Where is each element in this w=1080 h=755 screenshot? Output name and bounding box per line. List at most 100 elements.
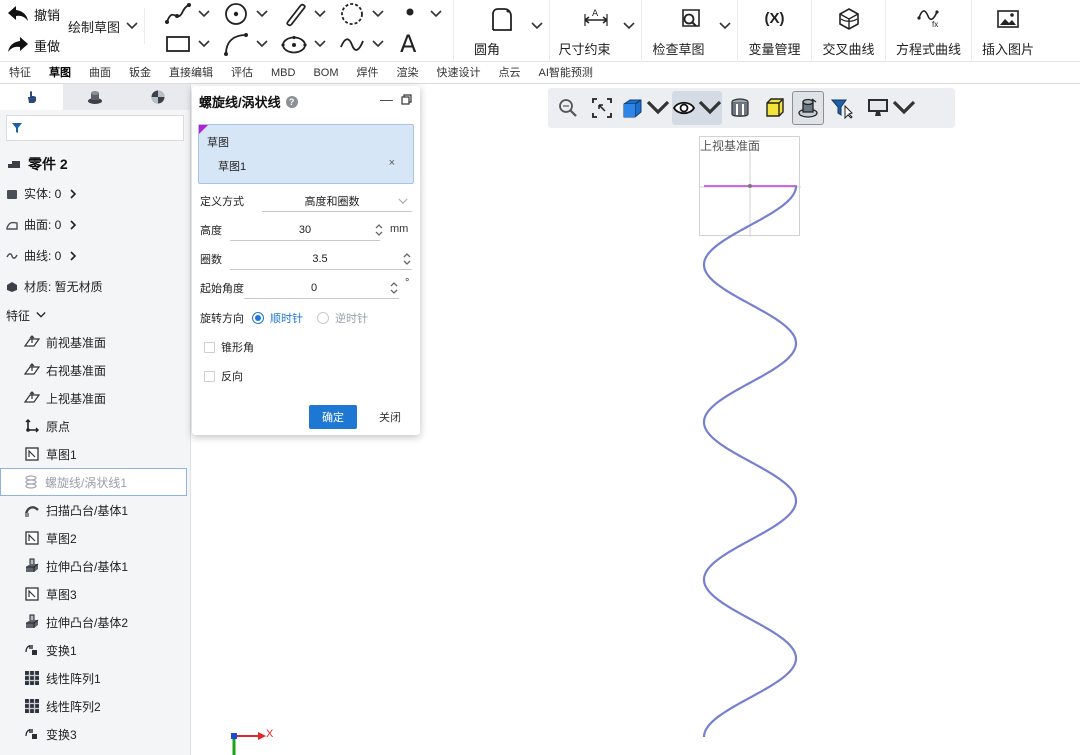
chevron-down-icon[interactable] bbox=[314, 10, 326, 18]
ok-button[interactable]: 确定 bbox=[309, 405, 357, 429]
top-plane-preview[interactable]: 上视基准面 bbox=[699, 136, 801, 237]
restore-window-icon[interactable] bbox=[401, 94, 412, 105]
chevron-down-icon[interactable] bbox=[256, 10, 268, 18]
part-root[interactable]: 零件 2 bbox=[6, 154, 190, 174]
tab-render[interactable]: 渲染 bbox=[388, 62, 428, 84]
height-input[interactable]: 30 bbox=[230, 224, 380, 236]
curves-node[interactable]: 曲线: 0 bbox=[6, 240, 190, 271]
tab-features[interactable]: 特征 bbox=[0, 62, 40, 84]
chevron-down-icon[interactable] bbox=[398, 198, 408, 205]
tree-filter-box[interactable] bbox=[6, 115, 184, 141]
start-angle-spinner-icon[interactable] bbox=[389, 280, 399, 296]
tree-item[interactable]: 螺旋线/涡状线1 bbox=[0, 468, 187, 496]
solid-bodies-node[interactable]: 实体: 0 bbox=[6, 178, 190, 209]
tree-item[interactable]: 拉伸凸台/基体1 bbox=[0, 552, 190, 580]
surface-bodies-node[interactable]: 曲面: 0 bbox=[6, 209, 190, 240]
height-spinner-icon[interactable] bbox=[374, 222, 384, 238]
tab-weldments[interactable]: 焊件 bbox=[348, 62, 388, 84]
tree-item[interactable]: 上视基准面 bbox=[0, 384, 190, 412]
tab-bom[interactable]: BOM bbox=[304, 62, 347, 84]
remove-selection-button[interactable]: × bbox=[389, 157, 395, 169]
intersect-curve-button[interactable]: 交叉曲线 bbox=[812, 0, 886, 62]
tab-ai-predict[interactable]: AI智能预测 bbox=[530, 62, 602, 84]
tab-surface[interactable]: 曲面 bbox=[80, 62, 120, 84]
definition-select[interactable]: 高度和圈数 bbox=[262, 193, 402, 209]
slot-tool[interactable] bbox=[280, 0, 336, 28]
chevron-down-icon[interactable] bbox=[256, 40, 268, 48]
variables-button[interactable]: (X) 变量管理 bbox=[738, 0, 812, 62]
tab-direct-edit[interactable]: 直接编辑 bbox=[160, 62, 222, 84]
tab-appearance[interactable] bbox=[127, 84, 190, 110]
text-tool[interactable]: A bbox=[396, 30, 452, 58]
chevron-down-icon[interactable] bbox=[372, 10, 384, 18]
tab-quick-design[interactable]: 快速设计 bbox=[428, 62, 490, 84]
tab-property-manager[interactable] bbox=[63, 84, 126, 110]
view-settings-button[interactable] bbox=[866, 91, 916, 125]
tree-item[interactable]: 变换1 bbox=[0, 636, 190, 664]
tree-item[interactable]: 拉伸凸台/基体2 bbox=[0, 608, 190, 636]
selection-filter-button[interactable] bbox=[826, 91, 858, 125]
dimension-constraint-button[interactable]: A 尺寸约束 bbox=[550, 0, 642, 62]
tab-feature-manager[interactable] bbox=[0, 84, 64, 110]
tree-item[interactable]: 变换3 bbox=[0, 720, 190, 748]
spline-tool[interactable] bbox=[164, 0, 220, 28]
chevron-down-icon[interactable] bbox=[430, 10, 442, 18]
minimize-button[interactable]: — bbox=[380, 92, 393, 107]
clockwise-radio[interactable] bbox=[252, 312, 264, 324]
fillet-button[interactable]: 圆角 bbox=[455, 0, 550, 62]
tree-item[interactable]: 原点 bbox=[0, 412, 190, 440]
tab-sketch[interactable]: 草图 bbox=[40, 62, 80, 84]
tree-item[interactable]: 草图2 bbox=[0, 524, 190, 552]
close-button[interactable]: 关闭 bbox=[371, 405, 409, 429]
turns-spinner-icon[interactable] bbox=[402, 251, 412, 267]
tab-sheet-metal[interactable]: 钣金 bbox=[120, 62, 160, 84]
insert-image-button[interactable]: 插入图片 bbox=[972, 0, 1044, 62]
undo-button[interactable]: 撤销 bbox=[6, 2, 60, 26]
features-section-header[interactable]: 特征 bbox=[6, 302, 190, 328]
definition-label: 定义方式 bbox=[200, 196, 244, 208]
equation-curve-button[interactable]: fx 方程式曲线 bbox=[886, 0, 972, 62]
tree-item[interactable]: 草图1 bbox=[0, 440, 190, 468]
sketch-selection-box[interactable]: 草图 草图1 × bbox=[198, 124, 414, 184]
tree-item[interactable]: 草图3 bbox=[0, 580, 190, 608]
start-angle-input[interactable]: 0 bbox=[244, 282, 384, 294]
hide-show-button[interactable] bbox=[672, 91, 722, 125]
rectangle-tool[interactable] bbox=[164, 30, 220, 58]
view-orientation-button[interactable] bbox=[620, 91, 670, 125]
chevron-down-icon[interactable] bbox=[623, 22, 635, 30]
ellipse-tool[interactable] bbox=[280, 30, 336, 58]
chevron-down-icon[interactable] bbox=[198, 40, 210, 48]
section-view-button[interactable] bbox=[724, 91, 756, 125]
counterclockwise-radio[interactable] bbox=[317, 312, 329, 324]
turns-input[interactable]: 3.5 bbox=[230, 253, 410, 265]
help-icon[interactable]: ? bbox=[285, 95, 298, 108]
tree-item[interactable]: 扫描凸台/基体1 bbox=[0, 496, 190, 524]
tree-item[interactable]: 右视基准面 bbox=[0, 356, 190, 384]
tab-mbd[interactable]: MBD bbox=[262, 62, 304, 84]
draw-sketch-dropdown[interactable]: 绘制草图 bbox=[68, 8, 146, 44]
chevron-down-icon[interactable] bbox=[531, 22, 543, 30]
chevron-down-icon[interactable] bbox=[719, 22, 731, 30]
tab-evaluate[interactable]: 评估 bbox=[222, 62, 262, 84]
chevron-down-icon[interactable] bbox=[372, 40, 384, 48]
zoom-to-fit-button[interactable] bbox=[552, 91, 584, 125]
tree-item[interactable]: 线性阵列2 bbox=[0, 692, 190, 720]
chevron-down-icon[interactable] bbox=[198, 10, 210, 18]
tree-item[interactable]: 前视基准面 bbox=[0, 328, 190, 356]
arc-tool[interactable] bbox=[222, 30, 278, 58]
zoom-area-button[interactable] bbox=[586, 91, 618, 125]
material-node[interactable]: 材质: 暂无材质 bbox=[6, 271, 190, 302]
redo-button[interactable]: 重做 bbox=[6, 33, 60, 57]
check-sketch-button[interactable]: 检查草图 bbox=[642, 0, 738, 62]
chevron-down-icon[interactable] bbox=[314, 40, 326, 48]
polygon-tool[interactable] bbox=[338, 0, 394, 28]
circle-tool[interactable] bbox=[222, 0, 278, 28]
curve-tool[interactable] bbox=[338, 30, 394, 58]
tab-point-cloud[interactable]: 点云 bbox=[490, 62, 530, 84]
tree-item[interactable]: 线性阵列1 bbox=[0, 664, 190, 692]
point-tool[interactable] bbox=[396, 0, 452, 28]
taper-checkbox[interactable] bbox=[204, 341, 215, 353]
edit-appearance-button[interactable] bbox=[792, 91, 824, 125]
reverse-checkbox[interactable] bbox=[204, 370, 215, 382]
display-style-button[interactable] bbox=[758, 91, 790, 125]
